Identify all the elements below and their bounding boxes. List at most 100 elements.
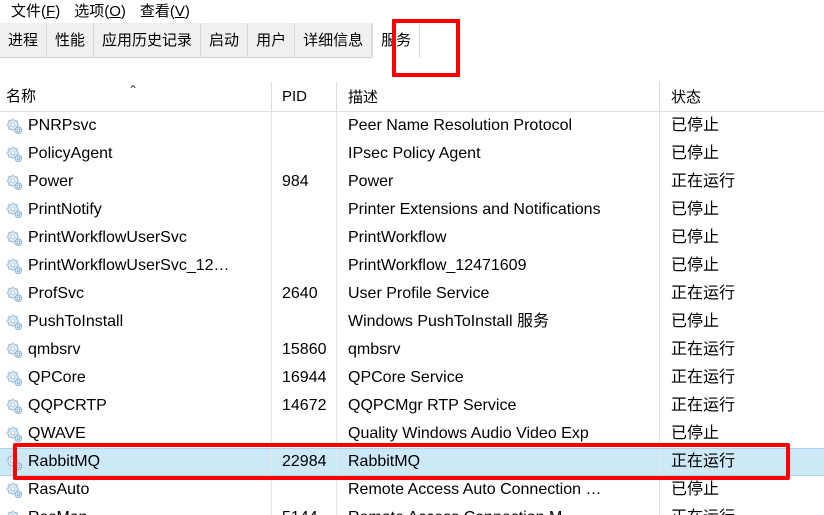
cell-description: Windows PushToInstall 服务 [336,308,659,336]
service-status: 已停止 [671,257,720,274]
menu-item-file-label: 文件 [11,2,42,20]
table-row[interactable]: Power 984 Power 正在运行 [0,168,824,196]
column-header-name[interactable]: 名称 ⌃ [0,82,271,111]
column-header-name-label: 名称 [6,88,37,105]
cell-pid [271,420,336,448]
service-gear-icon [6,117,23,134]
menu-item-view[interactable]: 查看(V) [133,2,197,22]
tab-processes-label: 进程 [8,31,39,49]
service-status: 已停止 [671,481,720,498]
table-row[interactable]: QPCore 16944 QPCore Service 正在运行 [0,364,824,392]
menu-item-options[interactable]: 选项(O) [67,2,133,22]
cell-pid: 15860 [271,336,336,364]
cell-name: qmbsrv [0,336,271,364]
service-gear-icon [6,369,23,386]
tab-users[interactable]: 用户 [248,23,296,58]
cell-name: RasAuto [0,476,271,504]
cell-pid [271,308,336,336]
service-gear-icon [6,257,23,274]
service-status: 正在运行 [671,453,736,470]
tab-services-label: 服务 [381,32,412,49]
service-description: qmbsrv [348,341,401,358]
cell-status: 已停止 [659,420,824,448]
column-header-desc[interactable]: 描述 [336,82,659,111]
sort-ascending-icon: ⌃ [128,83,139,97]
table-row[interactable]: RasMan 5144 Remote Access Connection M… 正在运… [0,504,824,515]
service-gear-icon [6,397,23,414]
cell-name: PrintNotify [0,196,271,224]
services-table: 名称 ⌃ PID 描述 状态 PNRPsvc Peer Name Resoluti… [0,82,824,515]
cell-description: User Profile Service [336,280,659,308]
table-header-row: 名称 ⌃ PID 描述 状态 [0,82,824,112]
tab-details[interactable]: 详细信息 [295,23,373,58]
cell-status: 已停止 [659,308,824,336]
service-name: QWAVE [28,425,86,442]
service-description: Peer Name Resolution Protocol [348,117,573,134]
service-status: 正在运行 [671,369,736,386]
table-row[interactable]: PrintWorkflowUserSvc_12… PrintWorkflow_12… [0,252,824,280]
menu-item-file[interactable]: 文件(F) [4,2,67,22]
service-gear-icon [6,453,23,470]
cell-pid: 14672 [271,392,336,420]
tab-performance[interactable]: 性能 [47,23,95,58]
cell-pid [271,252,336,280]
service-gear-icon [6,201,23,218]
table-row[interactable]: PrintWorkflowUserSvc PrintWorkflow 已停止 [0,224,824,252]
tab-performance-label: 性能 [55,31,86,49]
service-name: RasMan [28,510,88,515]
service-description: Quality Windows Audio Video Exp [348,425,589,442]
cell-status: 正在运行 [659,449,824,475]
service-gear-icon [6,313,23,330]
service-gear-icon [6,285,23,302]
service-pid: 2640 [282,285,318,302]
service-name: PNRPsvc [28,117,97,134]
service-name: Power [28,173,74,190]
service-name: qmbsrv [28,341,81,358]
column-header-status[interactable]: 状态 [659,82,824,111]
service-status: 已停止 [671,145,720,162]
cell-pid [271,196,336,224]
cell-pid: 16944 [271,364,336,392]
cell-description: PrintWorkflow [336,224,659,252]
cell-name: PolicyAgent [0,140,271,168]
menu-item-view-mnemonic: V [174,2,185,20]
cell-status: 正在运行 [659,280,824,308]
cell-status: 已停止 [659,112,824,140]
table-row[interactable]: QQPCRTP 14672 QQPCMgr RTP Service 正在运行 [0,392,824,420]
menu-item-options-label: 选项 [74,2,105,20]
cell-description: QPCore Service [336,364,659,392]
service-gear-icon [6,145,23,162]
table-row[interactable]: QWAVE Quality Windows Audio Video Exp 已停止 [0,420,824,448]
table-row[interactable]: ProfSvc 2640 User Profile Service 正在运行 [0,280,824,308]
cell-pid [271,476,336,504]
service-description: IPsec Policy Agent [348,145,481,162]
service-description: User Profile Service [348,285,490,302]
service-status: 已停止 [671,229,720,246]
column-header-pid[interactable]: PID [271,82,336,111]
tab-app-history[interactable]: 应用历史记录 [94,23,202,58]
service-name: PrintWorkflowUserSvc [28,229,187,246]
cell-description: Peer Name Resolution Protocol [336,112,659,140]
tab-startup[interactable]: 启动 [201,23,249,58]
service-pid: 16944 [282,369,327,386]
table-row[interactable]: qmbsrv 15860 qmbsrv 正在运行 [0,336,824,364]
service-pid: 15860 [282,341,327,358]
service-description: RabbitMQ [348,453,421,470]
cell-status: 已停止 [659,252,824,280]
table-row[interactable]: RasAuto Remote Access Auto Connection … 已停… [0,476,824,504]
service-name: QQPCRTP [28,397,107,414]
table-row[interactable]: PrintNotify Printer Extensions and Notifi… [0,196,824,224]
service-description: QQPCMgr RTP Service [348,397,517,414]
tab-services[interactable]: 服务 [372,23,421,58]
cell-name: QWAVE [0,420,271,448]
table-row[interactable]: PolicyAgent IPsec Policy Agent 已停止 [0,140,824,168]
cell-name: QQPCRTP [0,392,271,420]
service-status: 已停止 [671,425,720,442]
cell-description: Quality Windows Audio Video Exp [336,420,659,448]
table-row[interactable]: PushToInstall Windows PushToInstall 服务 已停止 [0,308,824,336]
table-row[interactable]: RabbitMQ 22984 RabbitMQ 正在运行 [0,448,824,476]
tab-details-label: 详细信息 [303,31,364,49]
service-pid: 5144 [282,510,318,515]
tab-processes[interactable]: 进程 [0,23,48,58]
table-row[interactable]: PNRPsvc Peer Name Resolution Protocol 已停止 [0,112,824,140]
